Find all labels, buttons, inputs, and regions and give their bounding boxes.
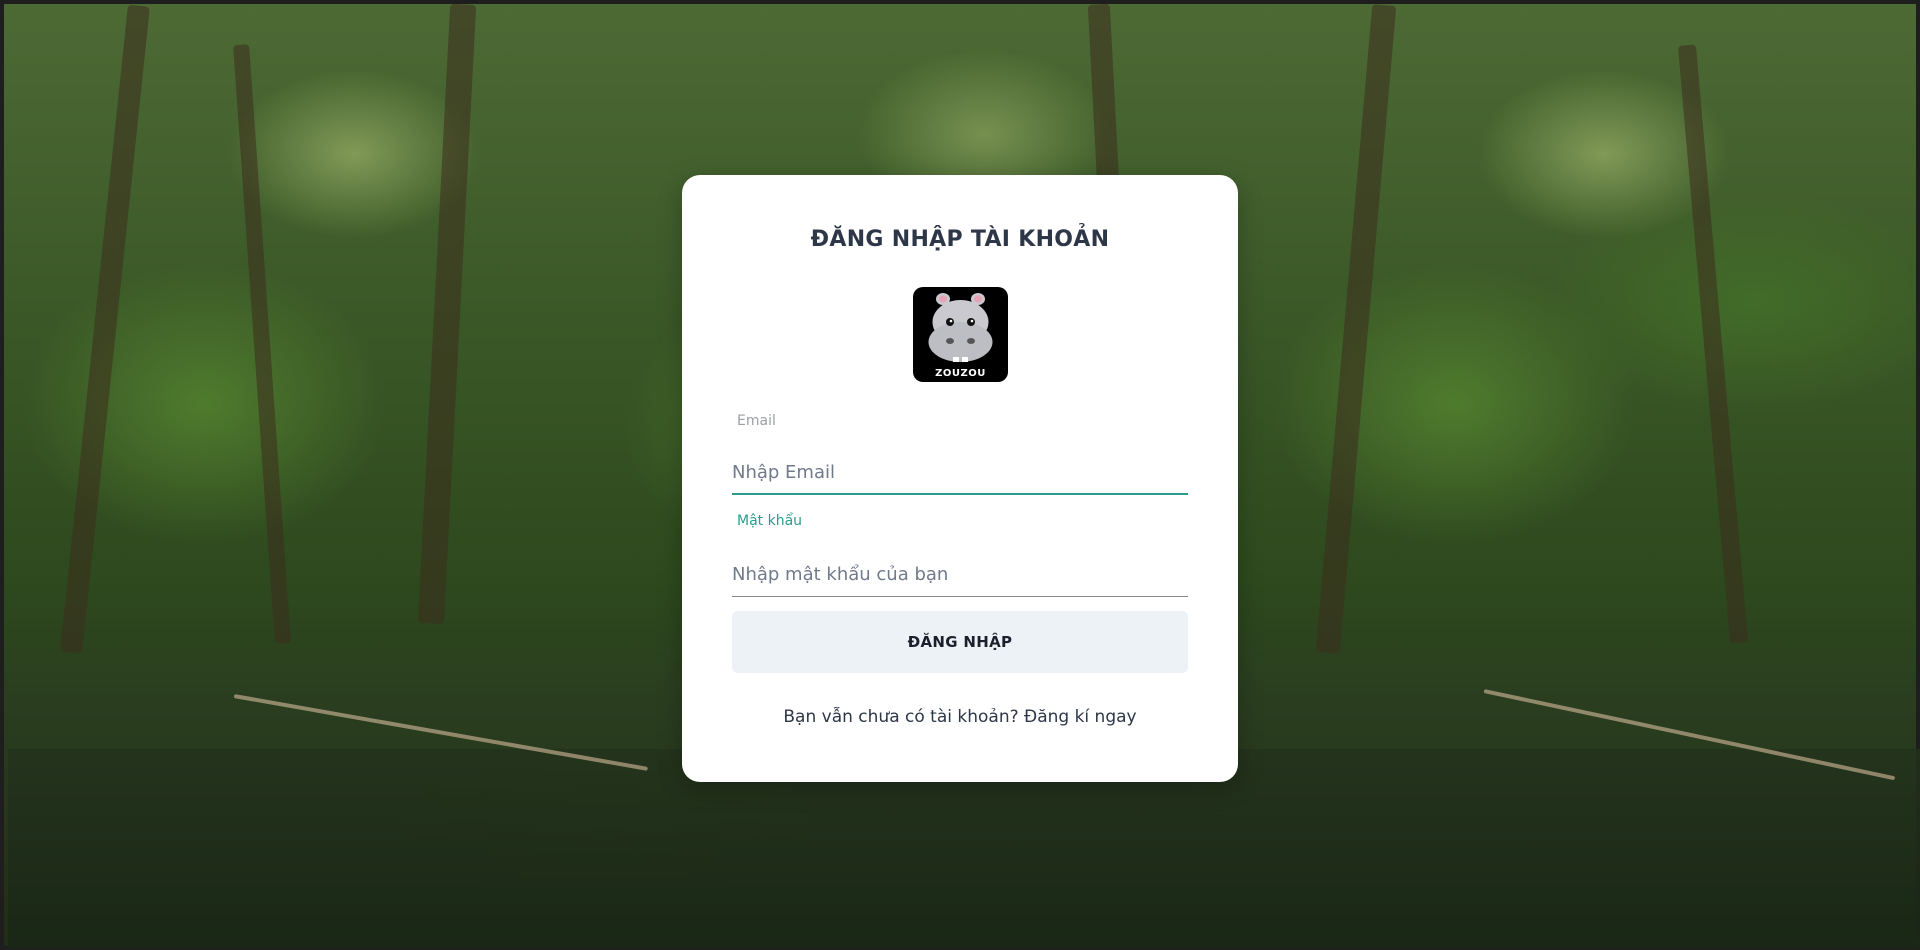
password-input[interactable] bbox=[732, 553, 1188, 597]
tree-trunk bbox=[1677, 44, 1749, 644]
hippo-logo-icon: ZOUZOU bbox=[913, 287, 1008, 382]
password-label: Mật khẩu bbox=[737, 513, 803, 529]
email-label: Email bbox=[737, 413, 776, 429]
signup-link[interactable]: Bạn vẫn chưa có tài khoản? Đăng kí ngay bbox=[682, 707, 1238, 727]
tree-trunk bbox=[417, 3, 477, 625]
logo-text: ZOUZOU bbox=[935, 368, 986, 379]
login-button[interactable]: ĐĂNG NHẬP bbox=[732, 611, 1188, 673]
tree-trunk bbox=[1315, 4, 1397, 654]
login-card: ĐĂNG NHẬP TÀI KHOẢN ZOUZOU Email Mật khẩ… bbox=[682, 175, 1238, 782]
page-title: ĐĂNG NHẬP TÀI KHOẢN bbox=[810, 227, 1110, 252]
email-input[interactable] bbox=[732, 451, 1188, 495]
tree-trunk bbox=[233, 44, 291, 644]
tree-trunk bbox=[60, 4, 150, 654]
